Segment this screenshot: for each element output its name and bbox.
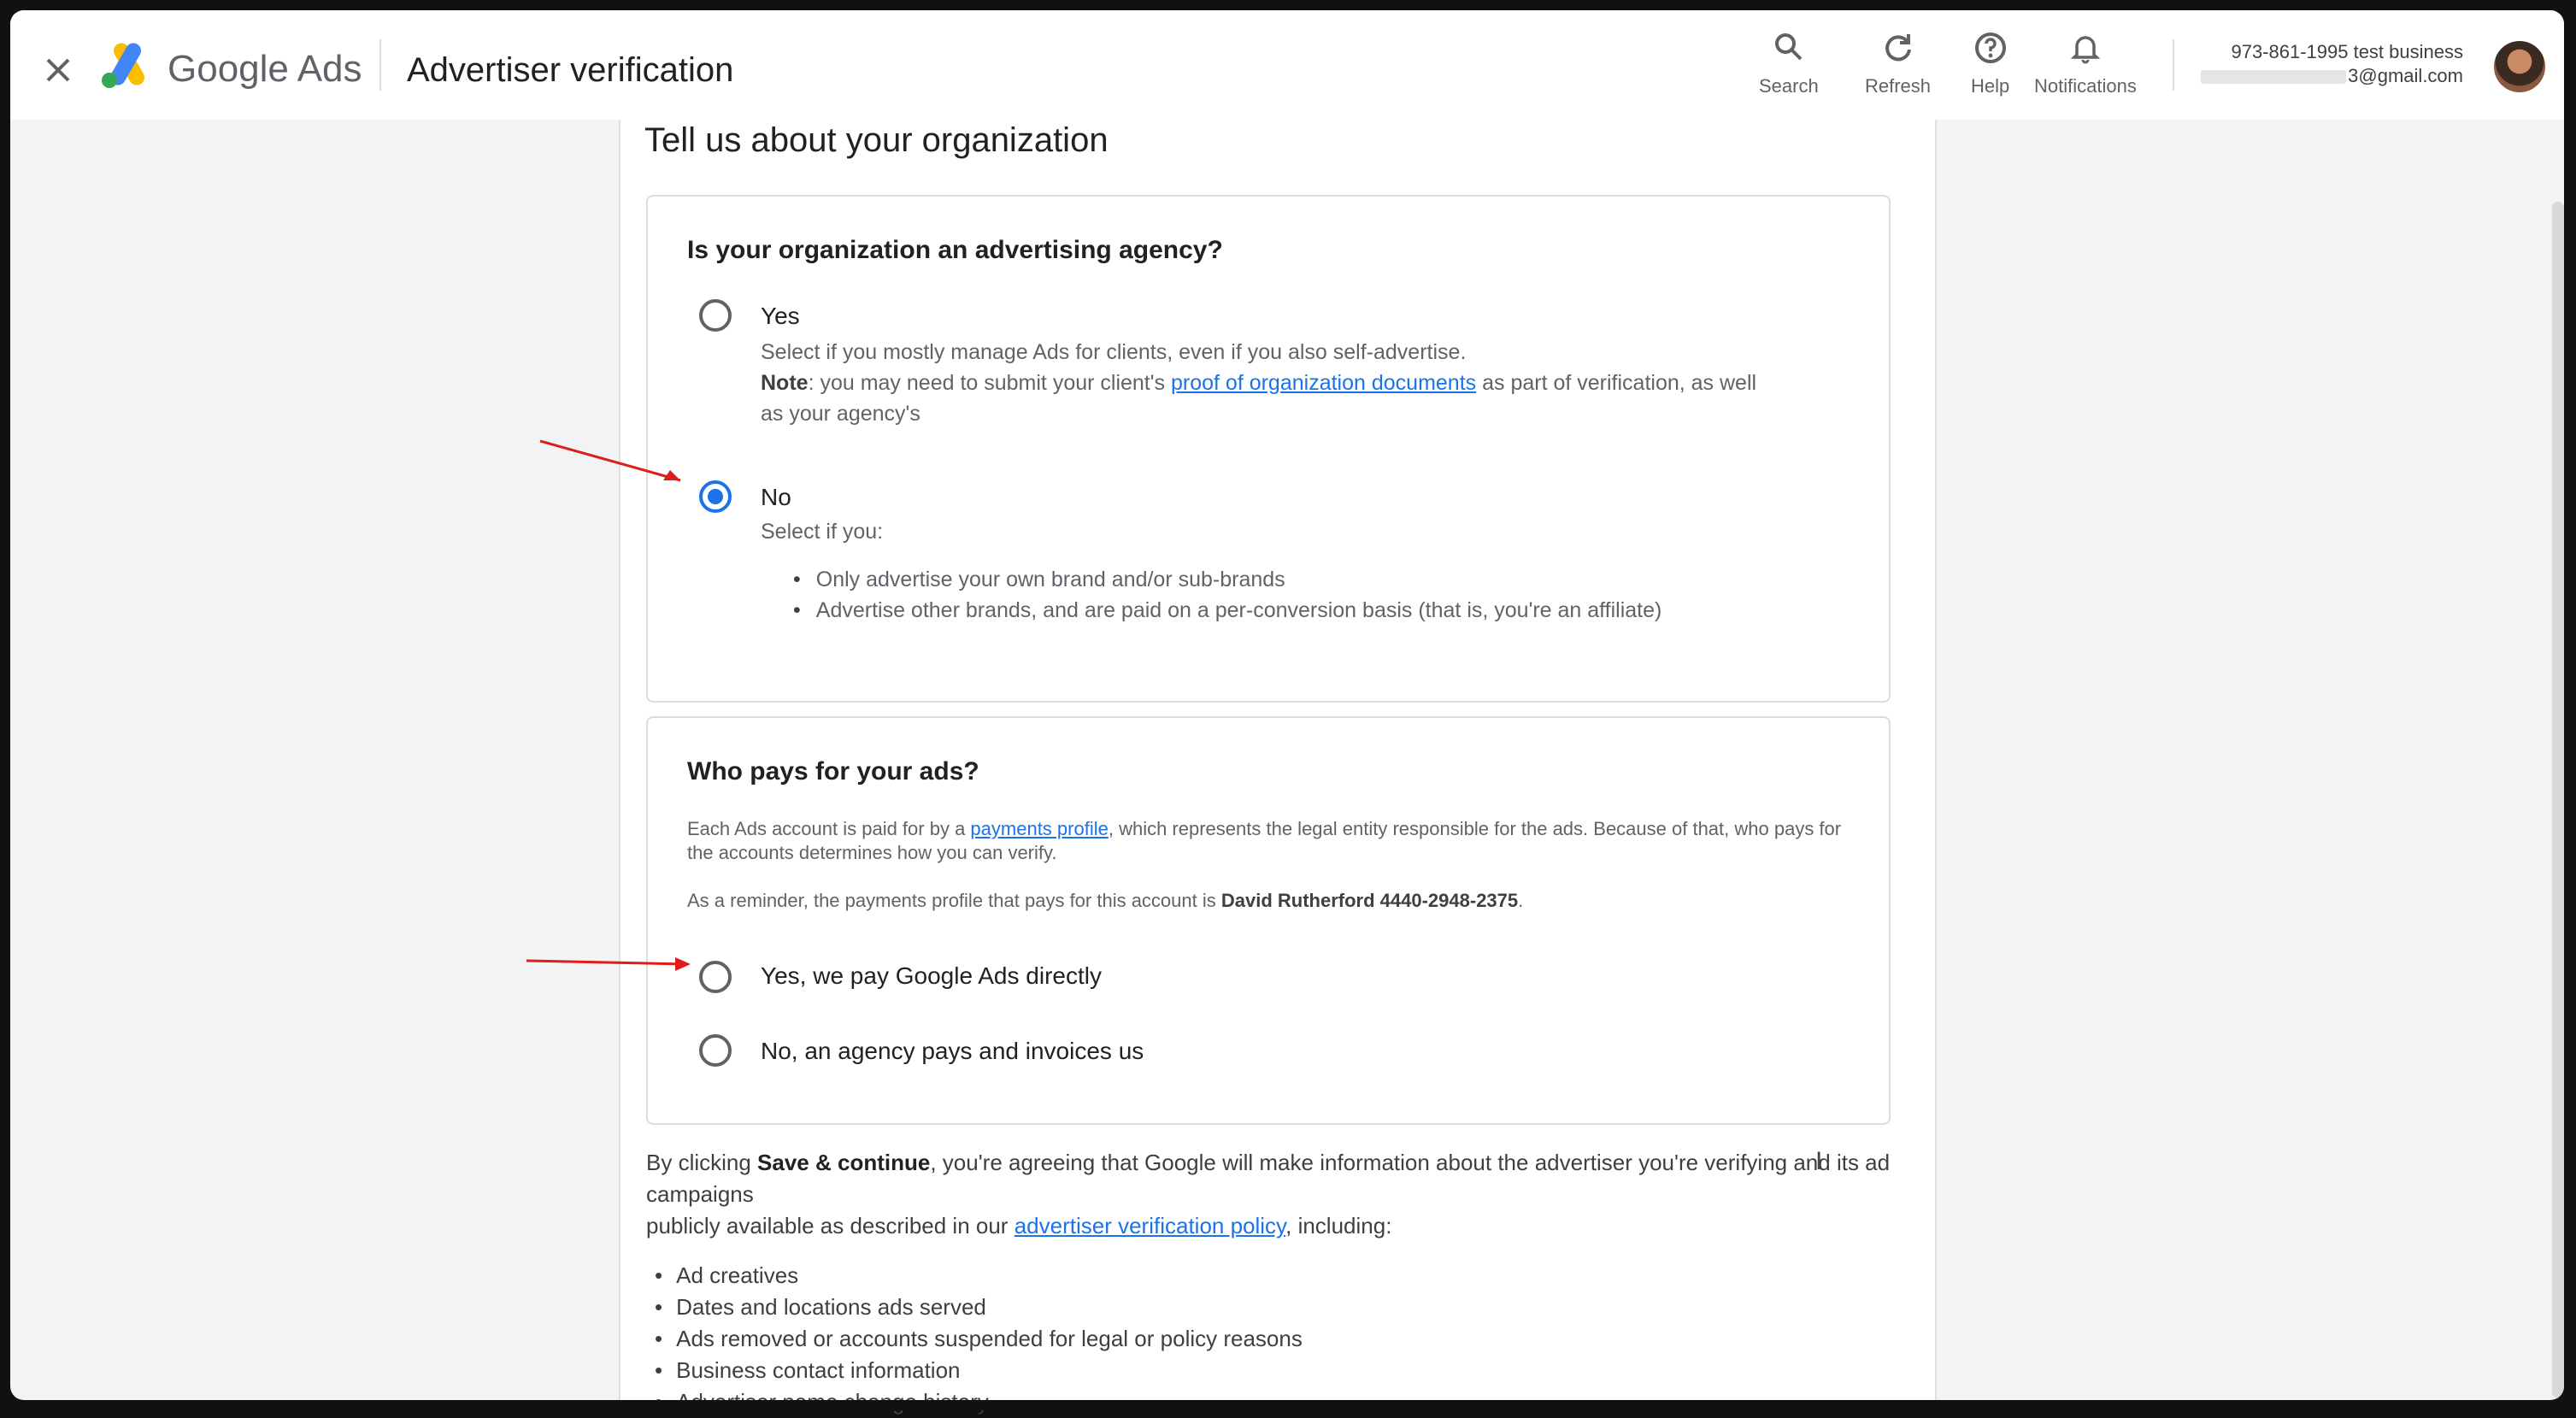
brand-name: Google Ads (168, 48, 362, 91)
notifications-label: Notifications (2034, 75, 2137, 97)
google-ads-logo-icon (99, 39, 154, 91)
note-bold: Note (761, 371, 809, 395)
agency-yes-radio[interactable] (699, 299, 732, 332)
advertiser-verification-policy-link[interactable]: advertiser verification policy (1015, 1213, 1285, 1239)
info-text: Each Ads account is paid for by a (687, 818, 970, 839)
brand-google-text: Google (168, 48, 289, 90)
agency-pays-label: No, an agency pays and invoices us (761, 1038, 1144, 1065)
bell-icon (2067, 29, 2104, 67)
agency-yes-desc-line: Select if you mostly manage Ads for clie… (761, 337, 1829, 368)
section-title: Tell us about your organization (644, 121, 1109, 160)
account-divider (2173, 39, 2174, 91)
refresh-label: Refresh (1865, 75, 1931, 97)
agency-no-radio[interactable] (699, 480, 732, 513)
help-button[interactable]: Help (1971, 29, 2009, 97)
agency-question-title: Is your organization an advertising agen… (687, 236, 1223, 265)
payer-reminder: As a reminder, the payments profile that… (687, 889, 1867, 913)
reminder-text: . (1518, 890, 1523, 911)
refresh-button[interactable]: Refresh (1865, 29, 1931, 97)
note-text: : you may need to submit your client's (809, 371, 1171, 395)
annotation-arrow-icon (537, 438, 691, 489)
agency-no-description: Select if you: (761, 516, 883, 547)
list-item: Business contact information (655, 1355, 1303, 1386)
text-cursor-icon: I (1815, 1147, 1822, 1176)
search-button[interactable]: Search (1759, 29, 1819, 97)
list-item: Only advertise your own brand and/or sub… (793, 564, 1661, 595)
consent-text: By clicking Save & continue, you're agre… (646, 1147, 1891, 1242)
help-label: Help (1971, 75, 2009, 97)
agency-pays-radio[interactable] (699, 1034, 732, 1067)
page-title: Advertiser verification (407, 51, 733, 90)
brand-ads-text: Ads (297, 48, 362, 90)
list-item: Ads removed or accounts suspended for le… (655, 1323, 1303, 1355)
payer-question-title: Who pays for your ads? (687, 757, 979, 786)
agency-yes-description: Select if you mostly manage Ads for clie… (761, 337, 1829, 429)
list-item: Dates and locations ads served (655, 1291, 1303, 1323)
consent-part: publicly available as described in our (646, 1213, 1015, 1239)
payments-profile-link[interactable]: payments profile (970, 818, 1108, 839)
avatar[interactable] (2494, 41, 2545, 92)
account-email: 3@gmail.com (2201, 65, 2463, 87)
refresh-icon (1879, 29, 1917, 67)
payer-question-box: Who pays for your ads? Each Ads account … (646, 716, 1891, 1125)
top-header: Google Ads Advertiser verification Searc… (10, 10, 2564, 120)
account-name: 973-861-1995 test business (2231, 41, 2463, 63)
search-icon (1770, 29, 1808, 67)
list-item: Advertise other brands, and are paid on … (793, 595, 1661, 626)
pay-directly-radio[interactable] (699, 961, 732, 993)
consent-part: , including: (1285, 1213, 1391, 1239)
window-frame-top (0, 0, 2576, 10)
annotation-arrow-icon (523, 949, 694, 974)
agency-yes-label: Yes (761, 303, 800, 330)
note-line2: as your agency's (761, 398, 1829, 429)
redacted-email-part (2201, 70, 2346, 84)
list-item: Ad creatives (655, 1260, 1303, 1291)
consent-bold: Save & continue (757, 1150, 930, 1175)
payer-info-paragraph: Each Ads account is paid for by a paymen… (687, 817, 1867, 865)
agency-yes-note: Note: you may need to submit your client… (761, 368, 1829, 398)
agency-no-label: No (761, 484, 791, 511)
consent-part: By clicking (646, 1150, 757, 1175)
pay-directly-label: Yes, we pay Google Ads directly (761, 962, 1102, 990)
page-scrollbar[interactable] (2552, 202, 2564, 1398)
consent-list: Ad creatives Dates and locations ads ser… (655, 1260, 1303, 1418)
help-icon (1972, 29, 2009, 67)
window-frame-bottom (0, 1400, 2576, 1410)
agency-no-bullets: Only advertise your own brand and/or sub… (793, 564, 1661, 626)
proof-of-organization-link[interactable]: proof of organization documents (1171, 371, 1476, 395)
search-label: Search (1759, 75, 1819, 97)
reminder-text: As a reminder, the payments profile that… (687, 890, 1221, 911)
payments-profile-name: David Rutherford 4440-2948-2375 (1221, 890, 1518, 911)
header-divider (379, 39, 381, 91)
account-email-suffix: 3@gmail.com (2348, 65, 2463, 86)
note-tail: as part of verification, as well (1476, 371, 1756, 395)
notifications-button[interactable]: Notifications (2034, 29, 2137, 97)
agency-question-box: Is your organization an advertising agen… (646, 195, 1891, 703)
close-icon[interactable] (41, 53, 75, 87)
